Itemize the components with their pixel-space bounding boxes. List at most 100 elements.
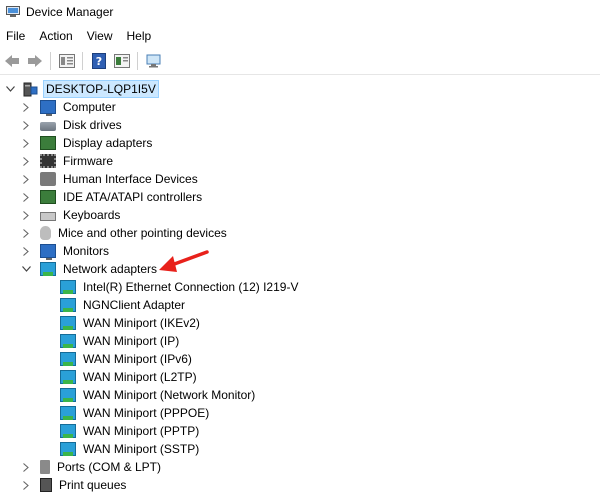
window-title: Device Manager [26, 5, 114, 19]
hid-icon [40, 172, 56, 186]
network-adapter-label: WAN Miniport (PPTP) [83, 424, 200, 438]
chevron-right-icon[interactable] [20, 188, 32, 206]
network-adapter-item[interactable]: Intel(R) Ethernet Connection (12) I219-V [60, 278, 300, 296]
network-adapter-label: WAN Miniport (L2TP) [83, 370, 197, 384]
forward-icon[interactable] [24, 50, 46, 72]
tree-item-human-interface-devices[interactable]: Human Interface Devices [20, 170, 200, 188]
tree-item-label: Firmware [63, 154, 113, 168]
network-adapter-icon [60, 298, 76, 312]
chevron-right-icon[interactable] [20, 98, 32, 116]
tree-item-label: Human Interface Devices [63, 172, 198, 186]
network-adapter-icon [60, 442, 76, 456]
tree-item-label: Disk drives [63, 118, 122, 132]
network-adapter-icon [60, 334, 76, 348]
network-adapter-item[interactable]: WAN Miniport (IKEv2) [60, 314, 202, 332]
chevron-down-icon[interactable] [4, 80, 16, 98]
chevron-right-icon[interactable] [20, 476, 32, 494]
firmware-icon [40, 154, 56, 168]
network-adapter-icon [60, 406, 76, 420]
network-adapter-icon [40, 262, 56, 276]
tree-item-label: IDE ATA/ATAPI controllers [63, 190, 203, 204]
menu-file[interactable]: File [0, 29, 32, 43]
tree-item-print-queues[interactable]: Print queues [20, 476, 128, 494]
keyboard-icon [40, 212, 56, 221]
network-adapter-label: WAN Miniport (IKEv2) [83, 316, 200, 330]
menu-help[interactable]: Help [120, 29, 159, 43]
network-adapter-icon [60, 280, 76, 294]
network-adapter-label: WAN Miniport (PPPOE) [83, 406, 210, 420]
network-adapter-item[interactable]: WAN Miniport (PPPOE) [60, 404, 211, 422]
tree-item-keyboards[interactable]: Keyboards [20, 206, 122, 224]
root-label: DESKTOP-LQP1I5V [43, 80, 159, 98]
network-adapter-item[interactable]: WAN Miniport (IP) [60, 332, 181, 350]
network-adapter-label: WAN Miniport (IP) [83, 334, 180, 348]
port-icon [40, 460, 50, 474]
network-adapter-label: WAN Miniport (SSTP) [83, 442, 200, 456]
computer-icon [40, 100, 56, 116]
chevron-down-icon[interactable] [20, 260, 32, 278]
tree-item-network-adapters[interactable]: Network adapters [20, 260, 159, 278]
network-adapter-icon [60, 316, 76, 330]
tree-item-monitors[interactable]: Monitors [20, 242, 111, 260]
chevron-right-icon[interactable] [20, 206, 32, 224]
network-adapter-item[interactable]: WAN Miniport (IPv6) [60, 350, 194, 368]
tree-item-label: Print queues [59, 478, 127, 492]
scan-hardware-icon[interactable] [143, 50, 165, 72]
network-adapter-label: NGNClient Adapter [83, 298, 186, 312]
properties-icon[interactable] [56, 50, 78, 72]
chevron-right-icon[interactable] [20, 242, 32, 260]
menu-bar: File Action View Help [0, 26, 600, 46]
computer-icon [22, 82, 38, 97]
network-adapter-label: WAN Miniport (IPv6) [83, 352, 192, 366]
toolbar-separator [82, 52, 83, 70]
chevron-right-icon[interactable] [20, 116, 32, 134]
tree-item-computer[interactable]: Computer [20, 98, 118, 116]
tree-item-label: Ports (COM & LPT) [57, 460, 162, 474]
tree-item-display-adapters[interactable]: Display adapters [20, 134, 154, 152]
disk-drive-icon [40, 122, 56, 131]
menu-action[interactable]: Action [32, 29, 79, 43]
network-adapter-icon [60, 388, 76, 402]
device-manager-icon [6, 6, 20, 18]
mouse-icon [40, 226, 51, 240]
tree-item-label: Computer [63, 100, 116, 114]
network-adapter-item[interactable]: WAN Miniport (PPTP) [60, 422, 201, 440]
network-adapter-item[interactable]: WAN Miniport (L2TP) [60, 368, 199, 386]
tree-item-label: Mice and other pointing devices [58, 226, 227, 240]
chevron-right-icon[interactable] [20, 134, 32, 152]
help-icon[interactable]: ? [88, 50, 110, 72]
tree-item-label: Display adapters [63, 136, 153, 150]
chevron-right-icon[interactable] [20, 170, 32, 188]
tree-root-item[interactable]: DESKTOP-LQP1I5V [4, 80, 159, 98]
menu-view[interactable]: View [80, 29, 120, 43]
tree-item-label: Network adapters [63, 262, 158, 276]
tree-item-firmware[interactable]: Firmware [20, 152, 115, 170]
network-adapter-item[interactable]: NGNClient Adapter [60, 296, 187, 314]
network-adapter-item[interactable]: WAN Miniport (Network Monitor) [60, 386, 257, 404]
network-adapter-icon [60, 424, 76, 438]
title-bar: Device Manager [0, 0, 600, 24]
svg-text:?: ? [96, 55, 102, 68]
update-driver-icon[interactable] [111, 50, 133, 72]
chevron-right-icon[interactable] [20, 458, 32, 476]
red-arrow-annotation [159, 250, 209, 272]
network-adapter-icon [60, 352, 76, 366]
tree-item-ide-controllers[interactable]: IDE ATA/ATAPI controllers [20, 188, 204, 206]
monitor-icon [40, 244, 56, 260]
tree-item-disk-drives[interactable]: Disk drives [20, 116, 124, 134]
display-adapter-icon [40, 136, 56, 150]
network-adapter-label: Intel(R) Ethernet Connection (12) I219-V [83, 280, 299, 294]
network-adapter-item[interactable]: WAN Miniport (SSTP) [60, 440, 201, 458]
tree-item-label: Monitors [63, 244, 110, 258]
chevron-right-icon[interactable] [20, 224, 32, 242]
chevron-right-icon[interactable] [20, 152, 32, 170]
tree-item-label: Keyboards [63, 208, 121, 222]
back-icon[interactable] [1, 50, 23, 72]
tree-item-ports[interactable]: Ports (COM & LPT) [20, 458, 163, 476]
tree-item-mice[interactable]: Mice and other pointing devices [20, 224, 229, 242]
network-adapter-icon [60, 370, 76, 384]
toolbar: ? [0, 48, 600, 75]
toolbar-separator [50, 52, 51, 70]
network-adapter-label: WAN Miniport (Network Monitor) [83, 388, 256, 402]
ide-controller-icon [40, 190, 56, 204]
